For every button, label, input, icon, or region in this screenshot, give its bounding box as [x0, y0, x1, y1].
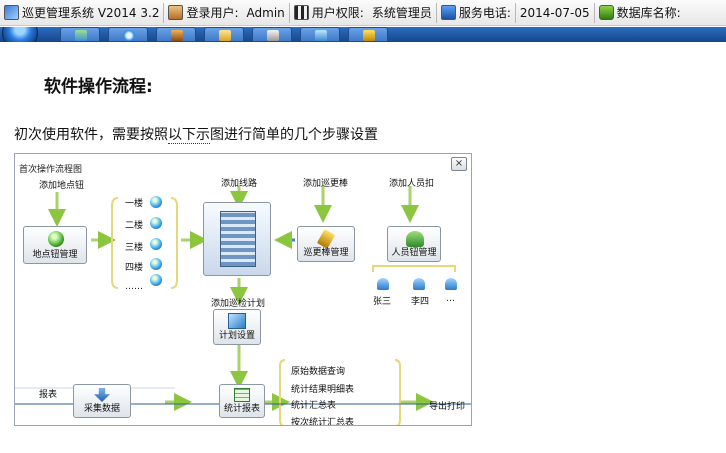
person-2-label: 李四: [411, 297, 430, 307]
floor-1-label: 一楼: [125, 199, 144, 209]
step-add-staff-label: 添加人员扣: [389, 179, 435, 189]
route-building-box[interactable]: [203, 202, 271, 276]
login-user-label: 登录用户:: [186, 6, 239, 20]
close-button[interactable]: ×: [451, 157, 467, 171]
location-management-label: 地点钮管理: [32, 250, 78, 260]
taskbar-button-tool[interactable]: [252, 27, 292, 42]
floor-3-checkpoint-icon: [150, 238, 162, 250]
step-add-plan-label: 添加巡检计划: [211, 299, 266, 309]
phone-icon: [440, 5, 456, 20]
floor-2-label: 二楼: [125, 221, 144, 231]
app-title-segment: 巡更管理系统 V2014 3.2: [0, 0, 163, 25]
app-icon: [4, 5, 19, 20]
intro-text: 初次使用软件，需要按照以下示图进行简单的几个步骤设置: [14, 124, 378, 144]
taskbar-button-browser[interactable]: [108, 27, 148, 42]
stats-report-box[interactable]: 统计报表: [219, 384, 265, 418]
floor-1-checkpoint-icon: [150, 196, 162, 208]
owl-icon: [171, 30, 183, 41]
status-bar: 巡更管理系统 V2014 3.2 登录用户: Admin 用户权限: 系统管理员…: [0, 0, 726, 26]
patrol-management-label: 巡更棒管理: [303, 248, 349, 258]
intro-text-part1: 初次使用软件，需要按照: [14, 127, 168, 143]
taskbar-button-app[interactable]: [300, 27, 340, 42]
database-icon: [598, 5, 614, 20]
report-item-per-round-summary: 按次统计汇总表: [291, 418, 355, 426]
staff-management-label: 人员钮管理: [391, 248, 437, 258]
floor-4-checkpoint-icon: [150, 258, 162, 270]
tool-icon: [267, 30, 279, 41]
page-heading: 软件操作流程:: [44, 77, 153, 97]
location-pin-icon: [48, 231, 64, 247]
login-user-segment: 登录用户: Admin: [164, 0, 288, 25]
taskbar-button-network[interactable]: [60, 27, 100, 42]
patrol-wand-icon: [363, 30, 375, 41]
flowchart-window: 首次操作流程图 × 添加地点钮 添加线路 添加巡更棒 添加人员扣 地点钮管理 一…: [14, 153, 472, 426]
floor-more-label: ……: [125, 282, 143, 292]
user-icon: [168, 5, 184, 20]
taskbar-button-owl[interactable]: [156, 27, 196, 42]
person-1-label: 张三: [373, 297, 392, 307]
plan-settings-box[interactable]: 计划设置: [213, 309, 261, 345]
floor-2-checkpoint-icon: [150, 217, 162, 229]
download-arrow-icon: [94, 388, 110, 402]
database-label: 数据库名称:: [616, 6, 681, 20]
taskbar: [0, 27, 726, 42]
stats-report-label: 统计报表: [223, 404, 260, 414]
permission-segment: 用户权限: 系统管理员: [290, 0, 436, 25]
location-management-box[interactable]: 地点钮管理: [23, 226, 87, 264]
plan-settings-label: 计划设置: [218, 331, 255, 341]
collect-data-box[interactable]: 采集数据: [73, 384, 131, 418]
person-3-icon: [445, 278, 457, 290]
folder-icon: [219, 30, 231, 41]
plan-chart-icon: [228, 313, 246, 329]
browser-icon: [123, 30, 135, 41]
service-phone-segment: 服务电话:: [437, 0, 515, 25]
report-label: 报表: [39, 390, 58, 400]
building-icon: [220, 211, 256, 267]
export-print-label: 导出打印: [429, 402, 466, 412]
floor-3-label: 三楼: [125, 243, 144, 253]
taskbar-button-folder[interactable]: [204, 27, 244, 42]
permission-label: 用户权限:: [311, 6, 364, 20]
date-segment: 2014-07-05: [516, 0, 594, 25]
staff-management-box[interactable]: 人员钮管理: [387, 226, 441, 262]
database-segment: 数据库名称:: [595, 0, 685, 25]
app-title: 巡更管理系统 V2014 3.2: [22, 6, 160, 20]
person-3-label: …: [446, 294, 455, 304]
service-phone-label: 服务电话:: [458, 6, 511, 20]
intro-text-underlined: 以下示: [168, 127, 210, 144]
start-button-icon[interactable]: [2, 27, 38, 42]
step-add-patrol-label: 添加巡更棒: [303, 179, 349, 189]
report-item-summary: 统计汇总表: [291, 401, 337, 411]
flowchart-title: 首次操作流程图: [19, 165, 83, 175]
step-add-route-label: 添加线路: [221, 179, 258, 189]
permission-icon: [293, 5, 309, 20]
step-add-location-label: 添加地点钮: [39, 181, 85, 191]
report-item-detail: 统计结果明细表: [291, 385, 355, 395]
person-1-icon: [377, 278, 389, 290]
permission-value: 系统管理员: [371, 6, 432, 20]
app-window-icon: [315, 30, 327, 41]
network-icon: [75, 30, 87, 41]
floor-more-checkpoint-icon: [150, 274, 162, 286]
taskbar-button-patrol[interactable]: [348, 27, 388, 42]
spreadsheet-icon: [234, 388, 250, 402]
person-2-icon: [413, 278, 425, 290]
floor-4-label: 四楼: [125, 263, 144, 273]
collect-data-label: 采集数据: [83, 404, 120, 414]
patrol-management-box[interactable]: 巡更棒管理: [297, 226, 355, 262]
report-item-raw-data: 原始数据查询: [291, 367, 346, 377]
intro-text-part2: 图进行简单的几个步骤设置: [210, 127, 378, 143]
date-value: 2014-07-05: [519, 5, 590, 20]
login-user-value: Admin: [246, 5, 285, 20]
